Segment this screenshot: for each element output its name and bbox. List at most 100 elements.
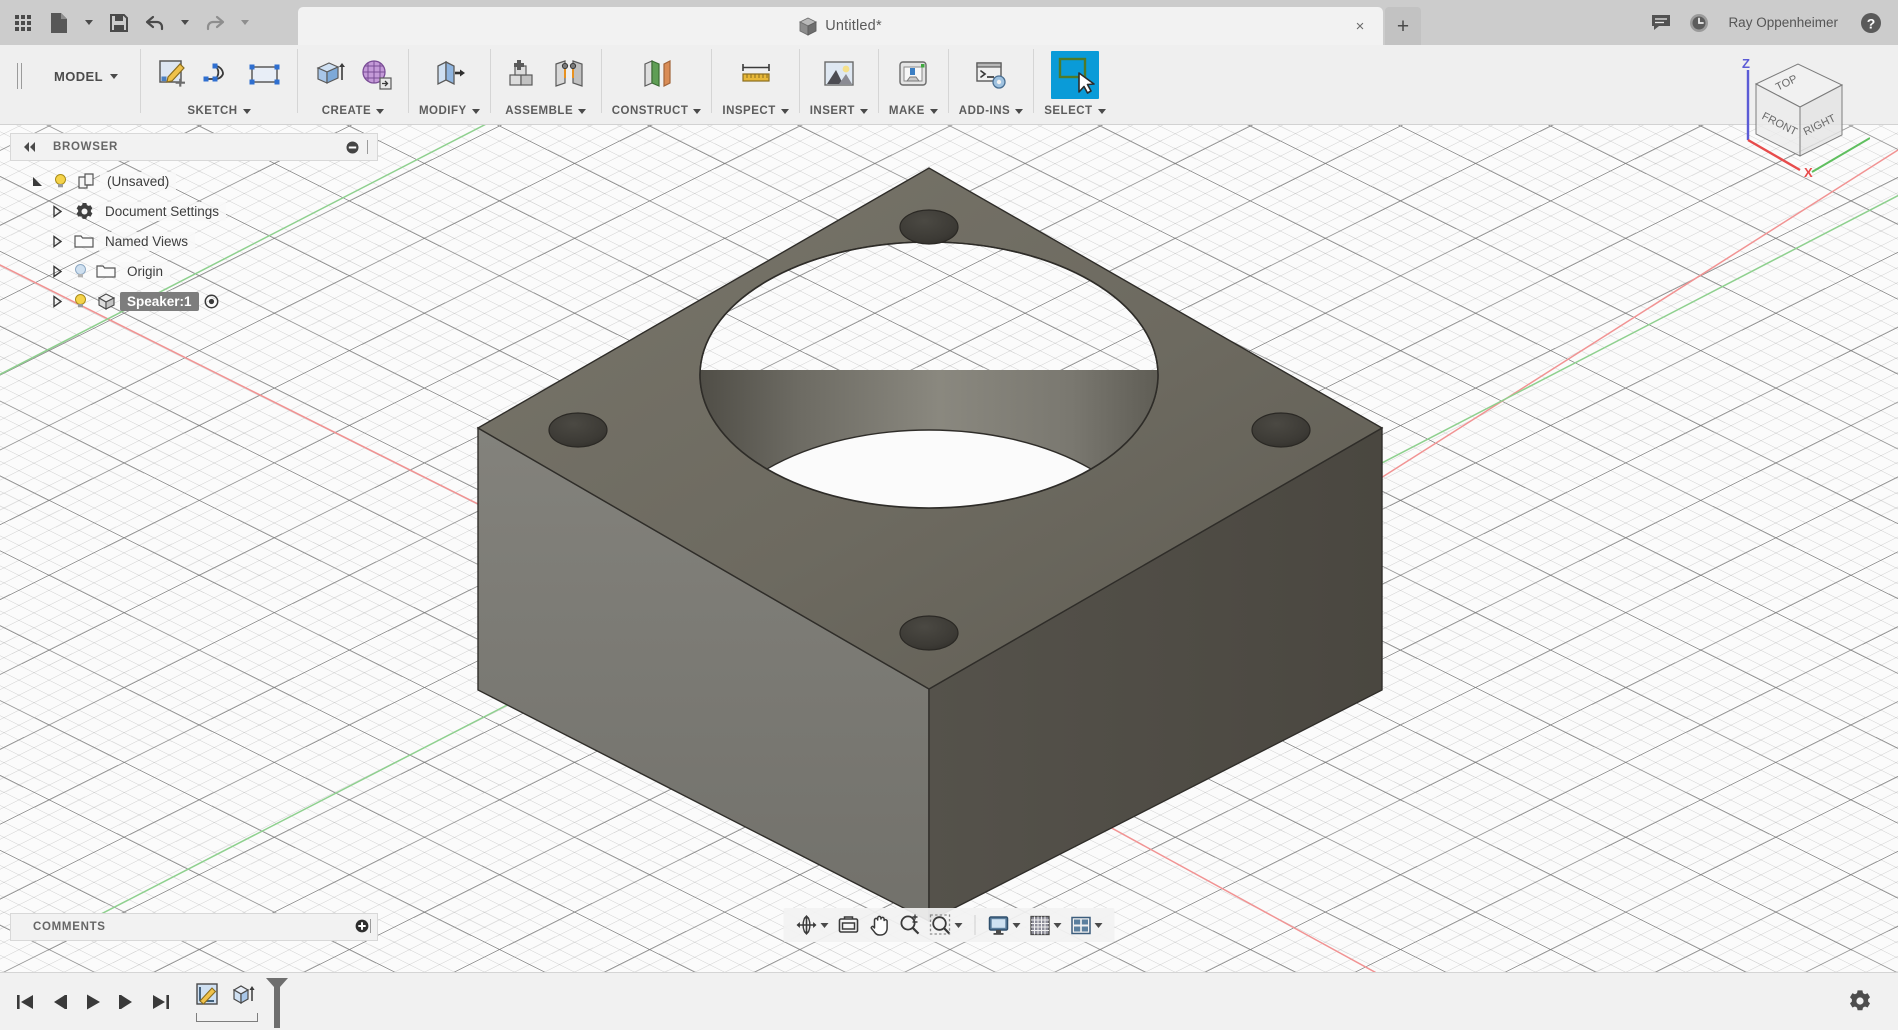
3d-print-icon[interactable] <box>891 53 935 97</box>
panel-resize-handle[interactable] <box>363 140 373 154</box>
orbit-icon[interactable] <box>792 910 833 940</box>
workspace-label: MODEL <box>54 68 103 84</box>
new-component-icon[interactable] <box>501 53 545 97</box>
rectangle-icon[interactable] <box>243 53 287 97</box>
insert-image-icon[interactable] <box>817 53 861 97</box>
look-at-icon[interactable] <box>834 910 864 940</box>
expand-arrow-icon[interactable] <box>46 264 68 278</box>
expand-arrow-icon[interactable] <box>46 204 68 218</box>
tree-node-document-settings[interactable]: Document Settings <box>10 196 378 226</box>
y-axis-line-2 <box>69 404 1091 931</box>
redo-icon[interactable] <box>198 5 232 41</box>
press-pull-icon[interactable] <box>427 53 471 97</box>
quick-access-toolbar <box>0 0 256 45</box>
settings-gear-icon[interactable] <box>1844 985 1876 1017</box>
chevron-down-icon <box>954 922 963 928</box>
step-back-icon[interactable] <box>42 982 76 1022</box>
timeline-group-bracket <box>196 1012 258 1022</box>
user-name[interactable]: Ray Oppenheimer <box>1720 15 1850 30</box>
add-comment-icon[interactable] <box>355 919 369 936</box>
zoom-window-icon[interactable] <box>926 910 967 940</box>
offset-plane-icon[interactable] <box>635 53 679 97</box>
jump-to-end-icon[interactable] <box>144 982 178 1022</box>
expand-arrow-icon[interactable] <box>26 175 48 188</box>
ribbon-group-assemble-label[interactable]: ASSEMBLE <box>505 101 587 121</box>
joint-icon[interactable] <box>547 53 591 97</box>
browser-tree: (Unsaved) Document Settings Named Views … <box>10 161 378 316</box>
ribbon-group-inspect-label[interactable]: INSPECT <box>722 101 789 121</box>
visibility-bulb-icon[interactable] <box>68 293 92 310</box>
view-cube[interactable]: Z X TOP FRONT RIGHT <box>1720 52 1871 182</box>
ribbon-group-select-label[interactable]: SELECT <box>1044 101 1106 121</box>
chevron-down-icon <box>929 108 938 114</box>
group-label-text: MODIFY <box>418 105 467 117</box>
pan-icon[interactable] <box>865 910 894 940</box>
file-dropdown-caret-icon[interactable] <box>78 5 100 41</box>
ribbon-group-construct-label[interactable]: CONSTRUCT <box>612 101 702 121</box>
group-label-text: SKETCH <box>187 105 238 117</box>
activate-component-icon[interactable] <box>199 294 225 309</box>
create-sketch-icon[interactable] <box>151 53 195 97</box>
timeline-playhead[interactable] <box>264 977 290 1030</box>
visibility-bulb-icon[interactable] <box>48 173 72 190</box>
new-tab-button[interactable]: + <box>1385 7 1421 45</box>
document-tab-untitled[interactable]: Untitled* × <box>298 7 1383 45</box>
app-grid-icon[interactable] <box>6 5 40 41</box>
folder-icon <box>92 263 120 279</box>
grid-snaps-icon[interactable] <box>1026 910 1066 940</box>
tree-node-label: Origin <box>120 261 171 281</box>
ribbon-group-sketch-label[interactable]: SKETCH <box>187 101 251 121</box>
group-label-text: CREATE <box>321 105 372 117</box>
ribbon-grip[interactable] <box>12 45 26 107</box>
play-icon[interactable] <box>76 982 110 1022</box>
spline-icon[interactable] <box>197 53 241 97</box>
file-icon[interactable] <box>42 5 76 41</box>
extrude-icon[interactable] <box>308 53 352 97</box>
viewports-icon[interactable] <box>1067 910 1107 940</box>
tree-node-speaker[interactable]: Speaker:1 <box>10 286 378 316</box>
help-icon[interactable]: ? <box>1854 6 1888 40</box>
expand-arrow-icon[interactable] <box>46 234 68 248</box>
measure-icon[interactable] <box>734 53 778 97</box>
tree-node-unsaved[interactable]: (Unsaved) <box>10 166 378 196</box>
step-forward-icon[interactable] <box>110 982 144 1022</box>
comments-resize-handle[interactable] <box>369 918 373 936</box>
collapse-left-icon[interactable] <box>19 141 41 153</box>
ribbon-group-create-label[interactable]: CREATE <box>321 101 385 121</box>
undo-icon[interactable] <box>138 5 172 41</box>
x-axis-line <box>0 264 961 746</box>
tree-node-label: Named Views <box>98 231 196 251</box>
jump-to-beginning-icon[interactable] <box>8 982 42 1022</box>
undo-dropdown-caret-icon[interactable] <box>174 5 196 41</box>
comment-icon[interactable] <box>1644 6 1678 40</box>
save-icon[interactable] <box>102 5 136 41</box>
tree-node-label: Speaker:1 <box>120 291 199 311</box>
ribbon-group-modify-label[interactable]: MODIFY <box>419 101 480 121</box>
redo-dropdown-caret-icon[interactable] <box>234 5 256 41</box>
create-form-icon[interactable] <box>354 53 398 97</box>
tree-node-named-views[interactable]: Named Views <box>10 226 378 256</box>
panel-menu-icon[interactable] <box>341 141 363 154</box>
ribbon-group-inspect: INSPECT <box>712 45 798 125</box>
display-settings-icon[interactable] <box>984 910 1025 940</box>
close-icon[interactable]: × <box>1351 17 1369 35</box>
ribbon-group-make-label[interactable]: MAKE <box>889 101 938 121</box>
workspace-selector[interactable]: MODEL <box>26 45 140 107</box>
timeline-sketch-feature[interactable] <box>192 979 226 1013</box>
scripts-addins-icon[interactable] <box>969 53 1013 97</box>
visibility-bulb-icon[interactable] <box>68 263 92 280</box>
timeline-bar <box>0 972 1898 1030</box>
clock-icon[interactable] <box>1682 6 1716 40</box>
ribbon-group-make: MAKE <box>879 45 948 125</box>
chevron-down-icon <box>780 108 789 114</box>
expand-arrow-icon[interactable] <box>46 294 68 308</box>
ribbon-group-construct: CONSTRUCT <box>602 45 712 125</box>
tree-node-origin[interactable]: Origin <box>10 256 378 286</box>
ribbon-group-addins-label[interactable]: ADD-INS <box>959 101 1024 121</box>
zoom-icon[interactable] <box>895 910 925 940</box>
select-icon[interactable] <box>1050 50 1099 99</box>
ribbon-group-insert-label[interactable]: INSERT <box>810 101 868 121</box>
x-axis-line-2 <box>959 149 1898 746</box>
timeline-extrude-feature[interactable] <box>226 979 260 1013</box>
x-axis-label: X <box>1804 165 1813 180</box>
